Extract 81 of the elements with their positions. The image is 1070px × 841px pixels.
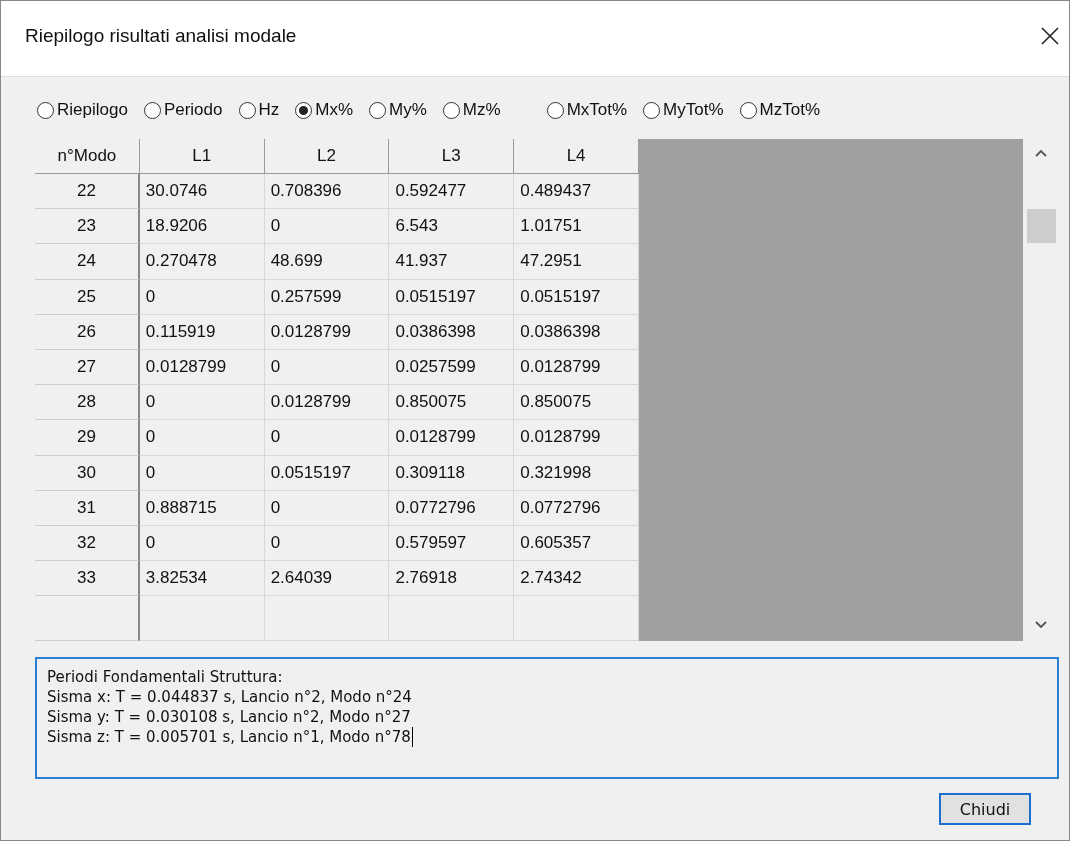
scroll-down-icon[interactable]	[1035, 621, 1048, 629]
column-header: L1	[139, 139, 265, 174]
table-cell: 0	[139, 455, 265, 491]
table-cell: 0.0386398	[514, 314, 639, 350]
table-cell: 0.0515197	[264, 455, 390, 491]
row-header: 32	[35, 525, 140, 562]
radio-button[interactable]: Hz	[238, 100, 280, 120]
table-cell: 0	[264, 525, 390, 562]
row-header: 30	[35, 455, 140, 491]
row-header: 25	[35, 279, 140, 315]
row-header: 27	[35, 349, 140, 386]
radio-button[interactable]: MyTot%	[643, 100, 724, 120]
table-cell: 0.0128799	[389, 420, 515, 456]
table-cell: 6.543	[389, 209, 515, 245]
table-cell: 3.82534	[139, 561, 265, 597]
table-cell: 2.64039	[264, 561, 390, 597]
table-cell: 0.115919	[139, 314, 265, 350]
table-cell: 0.0772796	[389, 490, 515, 526]
table-cell: 0	[264, 349, 390, 386]
radio-button[interactable]: Mx%	[295, 100, 354, 120]
table-cell: 0.0515197	[514, 279, 639, 315]
row-header: 29	[35, 420, 140, 456]
table-cell: 0.321998	[514, 455, 639, 491]
scroll-up-icon[interactable]	[1035, 149, 1048, 157]
radio-button[interactable]: Periodo	[143, 100, 223, 120]
table-cell: 2.76918	[389, 561, 515, 597]
table-cell: 0.489437	[514, 174, 639, 210]
table-cell: 2.74342	[514, 561, 639, 597]
radio-button[interactable]: MzTot%	[739, 100, 821, 120]
close-button[interactable]: Chiudi	[939, 793, 1031, 825]
table-cell: 0	[139, 525, 265, 562]
row-header: 33	[35, 561, 140, 597]
table-cell: 0.850075	[389, 385, 515, 421]
column-header: L4	[514, 139, 639, 174]
table-cell: 1.01751	[514, 209, 639, 245]
radio-button[interactable]: Riepilogo	[37, 100, 128, 120]
table-cell: 0.309118	[389, 455, 515, 491]
table-cell: 0.0515197	[389, 279, 515, 315]
column-header: n°Modo	[35, 139, 140, 174]
table-cell: 0	[264, 490, 390, 526]
table-cell: 0.850075	[514, 385, 639, 421]
table-cell: 0	[264, 209, 390, 245]
row-header: 23	[35, 209, 140, 245]
table-cell: 0	[139, 385, 265, 421]
table-cell: 0.0772796	[514, 490, 639, 526]
table-cell: 18.9206	[139, 209, 265, 245]
table-cell: 0.0257599	[389, 349, 515, 386]
close-icon[interactable]	[1041, 26, 1059, 45]
table-cell: 0.579597	[389, 525, 515, 562]
table-cell: 47.2951	[514, 244, 639, 280]
table-cell: 0	[264, 420, 390, 456]
window-title: Riepilogo risultati analisi modale	[25, 24, 297, 47]
table-cell: 30.0746	[139, 174, 265, 210]
table-cell: 0.0128799	[264, 385, 390, 421]
table-cell: 0.270478	[139, 244, 265, 280]
table-cell: 0.257599	[264, 279, 390, 315]
radio-button[interactable]: My%	[369, 100, 427, 120]
table-cell: 0.0128799	[139, 349, 265, 386]
column-header: L3	[389, 139, 515, 174]
table-cell: 0.888715	[139, 490, 265, 526]
row-header: 24	[35, 244, 140, 280]
results-text-area[interactable]: Periodi Fondamentali Struttura: Sisma x: T = 0.044837 s, Lancio n°2, Modo n°24 Sisma y: T = 0.030108 s, Lancio n°2, Modo n°27 Sisma z: T = 0.005701 s, Lancio n°1, Modo n°78	[35, 657, 1059, 779]
radio-button[interactable]: Mz%	[442, 100, 501, 120]
table-cell: 0.605357	[514, 525, 639, 562]
table-cell: 0	[139, 420, 265, 456]
table-cell: 41.937	[389, 244, 515, 280]
table-cell: 0.0128799	[514, 420, 639, 456]
table-cell: 0.0386398	[389, 314, 515, 350]
row-header: 22	[35, 174, 140, 210]
table-cell: 0.708396	[264, 174, 390, 210]
table-cell: 0.592477	[389, 174, 515, 210]
row-header: 31	[35, 490, 140, 526]
row-header: 28	[35, 385, 140, 421]
table-cell: 0	[139, 279, 265, 315]
table-cell: 0.0128799	[514, 349, 639, 386]
scroll-thumb[interactable]	[1027, 209, 1057, 243]
column-header: L2	[264, 139, 390, 174]
row-header: 26	[35, 314, 140, 350]
radio-button[interactable]: MxTot%	[546, 100, 628, 120]
table-cell: 0.0128799	[264, 314, 390, 350]
table-cell: 48.699	[264, 244, 390, 280]
